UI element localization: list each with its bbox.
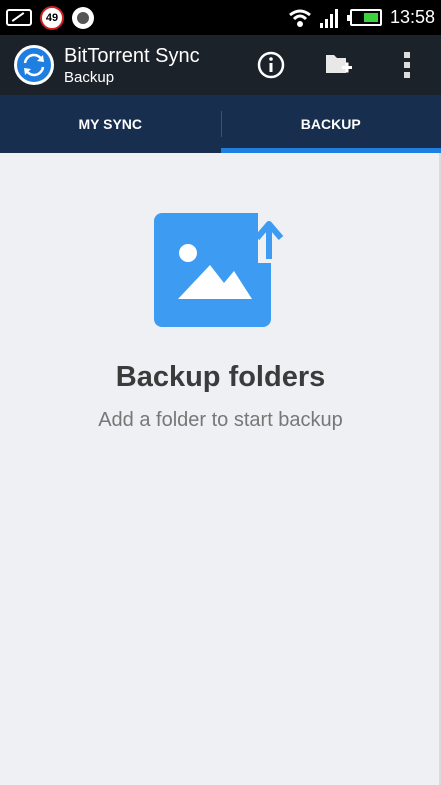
more-vert-icon xyxy=(404,52,410,78)
backup-empty-state: Backup folders Add a folder to start bac… xyxy=(0,153,441,785)
message-icon xyxy=(6,9,32,26)
tab-backup[interactable]: BACKUP xyxy=(220,95,441,153)
status-time: 13:58 xyxy=(389,7,435,27)
bittorrent-sync-logo-icon[interactable] xyxy=(14,45,54,85)
wifi-icon xyxy=(289,9,311,27)
info-icon xyxy=(257,51,285,79)
status-bar-left: 49 xyxy=(6,5,94,30)
app-title-block: BitTorrent Sync Backup xyxy=(64,46,200,85)
tab-backup-label: BACKUP xyxy=(300,116,361,132)
sync-status-icon xyxy=(72,6,94,29)
empty-state-subtext: Add a folder to start backup xyxy=(98,409,343,431)
tab-bar: MY SYNC BACKUP xyxy=(0,95,441,153)
empty-state-heading: Backup folders xyxy=(115,361,326,393)
app-bar-actions xyxy=(237,35,441,95)
info-button[interactable] xyxy=(237,35,305,95)
app-title: BitTorrent Sync xyxy=(64,44,200,67)
overflow-menu-button[interactable] xyxy=(373,35,441,95)
tab-my-sync[interactable]: MY SYNC xyxy=(0,95,221,153)
battery-icon xyxy=(346,9,382,26)
tab-my-sync-label: MY SYNC xyxy=(78,116,143,132)
image-upload-icon xyxy=(154,211,290,327)
add-folder-button[interactable] xyxy=(305,35,373,95)
app-bar: BitTorrent Sync Backup xyxy=(0,35,441,95)
status-bar-right: 13:58 xyxy=(288,7,435,28)
app-subtitle: Backup xyxy=(64,68,115,86)
notification-badge-icon: 49 xyxy=(40,5,64,30)
status-bar: 49 13:58 xyxy=(0,0,441,35)
folder-add-icon xyxy=(326,55,352,73)
signal-icon xyxy=(319,8,338,28)
